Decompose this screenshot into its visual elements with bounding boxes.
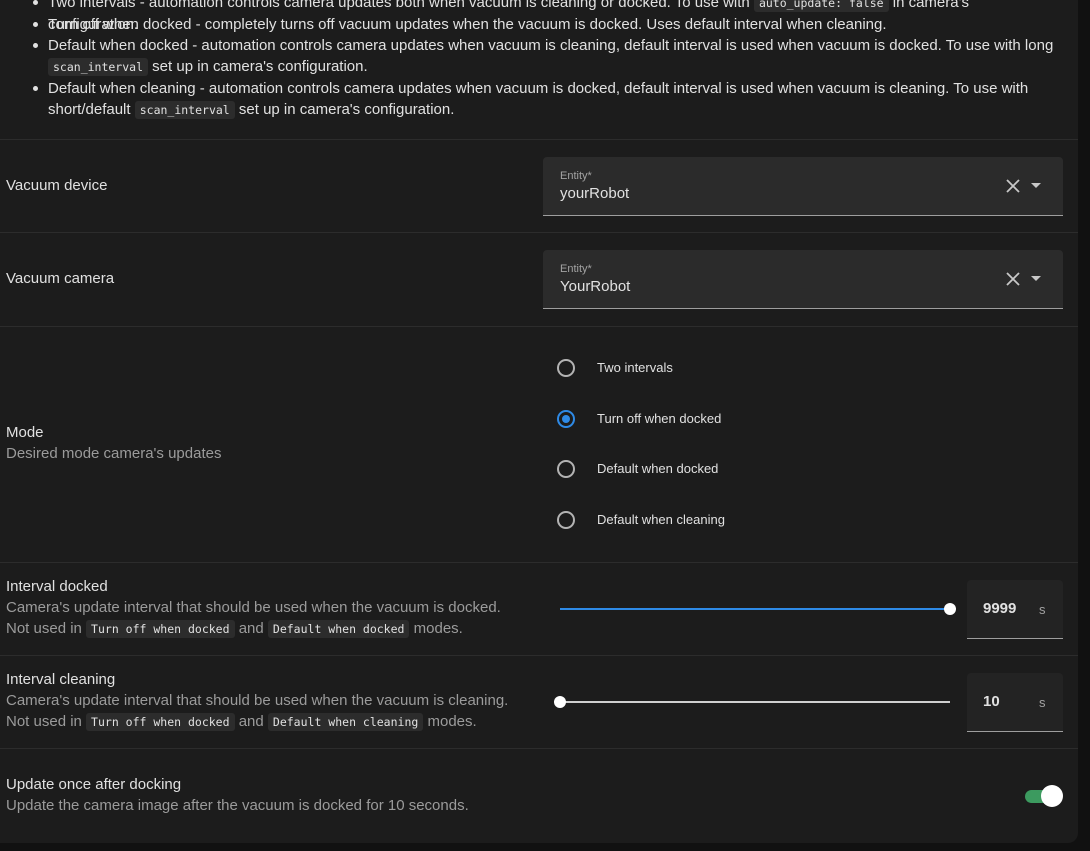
interval-docked-slider[interactable] [560,602,956,616]
clear-icon[interactable] [1004,270,1022,288]
divider [0,232,1078,233]
radio-button-checked[interactable] [557,410,575,428]
vacuum-device-label: Vacuum device [6,177,108,194]
entity-field-label: Entity* [560,170,592,182]
vacuum-camera-label: Vacuum camera [6,270,115,287]
interval-cleaning-note: Not used in Turn off when docked and Def… [6,713,477,731]
code-auto-update: auto_update: false [753,0,889,12]
chevron-down-icon[interactable] [1031,183,1041,188]
code-scan-interval: scan_interval [48,58,149,76]
interval-docked-description: Camera's update interval that should be … [6,599,501,616]
mode-label: Mode [6,424,44,441]
chevron-down-icon[interactable] [1031,276,1041,281]
vacuum-device-entity-picker[interactable]: Entity* yourRobot [543,157,1063,216]
divider [0,748,1078,749]
toggle-knob[interactable] [1041,785,1063,807]
update-once-description: Update the camera image after the vacuum… [6,797,469,814]
interval-docked-note: Not used in Turn off when docked and Def… [6,620,463,638]
mode-descriptions: Two intervals - automation controls came… [0,0,1078,139]
vacuum-device-value: yourRobot [560,185,630,202]
slider-track [560,701,950,703]
interval-docked-label: Interval docked [6,578,108,595]
description-default-when-docked: Default when docked - automation control… [33,35,1058,78]
divider [0,139,1078,140]
vacuum-camera-entity-picker[interactable]: Entity* YourRobot [543,250,1063,309]
slider-thumb[interactable] [944,603,956,615]
code-scan-interval-2: scan_interval [134,101,235,119]
entity-field-label: Entity* [560,263,592,275]
interval-cleaning-description: Camera's update interval that should be … [6,692,509,709]
slider-thumb[interactable] [554,696,566,708]
radio-button[interactable] [557,460,575,478]
interval-docked-input[interactable]: 9999 s [967,580,1063,639]
radio-button[interactable] [557,511,575,529]
interval-cleaning-slider[interactable] [554,695,950,709]
divider [0,326,1078,327]
description-turn-off-when-docked: Turn off when docked - completely turns … [33,14,1058,35]
divider [0,655,1078,656]
interval-cleaning-label: Interval cleaning [6,671,116,688]
vacuum-camera-value: YourRobot [560,278,631,295]
mode-description: Desired mode camera's updates [6,445,222,462]
interval-cleaning-input[interactable]: 10 s [967,673,1063,732]
radio-button[interactable] [557,359,575,377]
update-once-label: Update once after docking [6,776,182,793]
slider-track-fill [560,608,950,610]
update-once-toggle[interactable] [1025,785,1063,807]
description-default-when-cleaning: Default when cleaning - automation contr… [33,78,1058,121]
divider [0,562,1078,563]
clear-icon[interactable] [1004,177,1022,195]
automation-config-card: Two intervals - automation controls came… [0,0,1078,843]
